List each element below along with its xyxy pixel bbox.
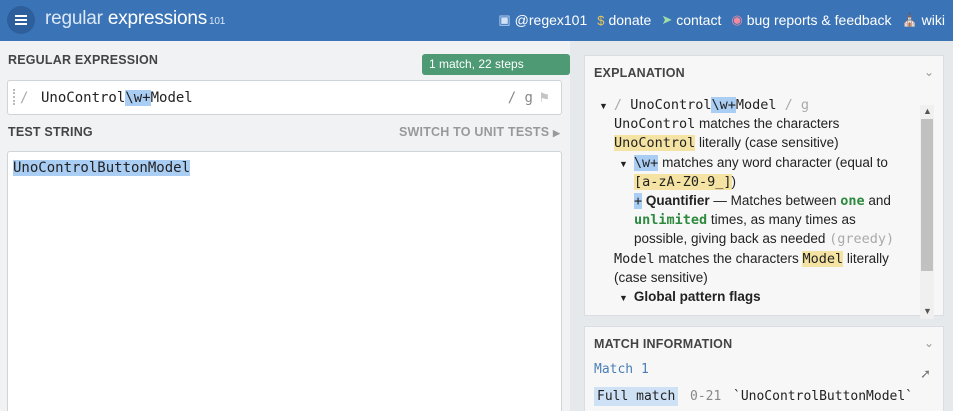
regex-flags-button[interactable]: / g bbox=[508, 90, 533, 106]
explanation-line: possible, giving back as needed (greedy) bbox=[634, 231, 895, 247]
drag-handle-icon[interactable] bbox=[13, 89, 16, 105]
regex-editor[interactable]: / UnoControl\w+Model / g ⚑ bbox=[7, 80, 562, 115]
match-information-panel: MATCH INFORMATION ⌄ Match 1 ➚ Full match… bbox=[584, 326, 944, 411]
match-label: Match 1 bbox=[594, 362, 649, 377]
share-icon[interactable]: ➚ bbox=[920, 366, 931, 382]
brand-logo[interactable]: regular expressions 101 bbox=[45, 8, 225, 30]
dollar-icon: $ bbox=[597, 12, 605, 28]
menu-button[interactable] bbox=[7, 6, 35, 34]
sidebar-column: EXPLANATION ⌄ ▼ / UnoControl\w+Model / g … bbox=[575, 41, 953, 411]
scroll-up-icon[interactable]: ▲ bbox=[923, 106, 932, 116]
caret-down-icon[interactable]: ▼ bbox=[619, 159, 628, 169]
nav-wiki[interactable]: ⛪ wiki bbox=[901, 12, 945, 28]
editor-column: REGULAR EXPRESSION 1 match, 22 steps (~1… bbox=[0, 41, 570, 411]
match-value: `UnoControlButtonModel` bbox=[733, 389, 914, 404]
caret-down-icon[interactable]: ▼ bbox=[619, 293, 628, 303]
test-section-title: TEST STRING bbox=[8, 125, 93, 139]
explanation-line: UnoControl matches the characters bbox=[614, 116, 840, 132]
match-information-title: MATCH INFORMATION bbox=[594, 337, 733, 351]
paper-plane-icon: ➤ bbox=[661, 12, 673, 27]
explanation-line: (case sensitive) bbox=[614, 270, 708, 285]
switch-to-unit-tests-button[interactable]: SWITCH TO UNIT TESTS ▶ bbox=[399, 125, 560, 139]
full-match-label: Full match bbox=[594, 387, 679, 406]
scroll-down-icon[interactable]: ▼ bbox=[923, 306, 932, 316]
explanation-line: ▼ Global pattern flags bbox=[619, 289, 761, 304]
nav-contact[interactable]: ➤ contact bbox=[661, 12, 721, 28]
explanation-line: unlimited times, as many times as bbox=[634, 212, 856, 228]
explanation-root: ▼ / UnoControl\w+Model / g bbox=[599, 97, 810, 113]
scrollbar-thumb[interactable] bbox=[921, 119, 933, 271]
explanation-title: EXPLANATION bbox=[594, 66, 685, 80]
caret-down-icon[interactable]: ▼ bbox=[599, 101, 608, 111]
explanation-line: + Quantifier — Matches between one and bbox=[634, 193, 891, 209]
explanation-panel: EXPLANATION ⌄ ▼ / UnoControl\w+Model / g … bbox=[584, 55, 944, 319]
explanation-line: UnoControl literally (case sensitive) bbox=[614, 135, 839, 151]
test-string-text: UnoControlButtonModel bbox=[13, 160, 191, 176]
top-nav: ▣ @regex101 $ donate ➤ contact ◉ bug rep… bbox=[498, 12, 945, 28]
flag-icon[interactable]: ⚑ bbox=[538, 90, 550, 106]
hamburger-icon bbox=[15, 15, 27, 17]
test-string-editor[interactable]: UnoControlButtonModel bbox=[7, 151, 562, 411]
caret-right-icon: ▶ bbox=[552, 128, 561, 138]
regex-token-highlight: \w+ bbox=[125, 90, 151, 106]
match-range: 0-21 bbox=[690, 389, 722, 404]
explanation-line: [a-zA-Z0-9_]) bbox=[634, 174, 737, 190]
nav-bug-reports[interactable]: ◉ bug reports & feedback bbox=[731, 12, 891, 28]
explanation-line: ▼ \w+ matches any word character (equal t… bbox=[619, 155, 888, 171]
top-bar: regular expressions 101 ▣ @regex101 $ don… bbox=[0, 0, 953, 41]
nav-donate[interactable]: $ donate bbox=[597, 12, 651, 28]
explanation-line: Model matches the characters Model liter… bbox=[614, 251, 889, 267]
bank-icon: ⛪ bbox=[901, 12, 918, 27]
collapse-match-info-icon[interactable]: ⌄ bbox=[924, 336, 934, 350]
regex-open-delimiter: / bbox=[20, 90, 29, 106]
explanation-scrollbar[interactable]: ▲ ▼ bbox=[920, 105, 934, 319]
regex-input[interactable]: UnoControl\w+Model bbox=[41, 90, 193, 106]
nav-twitter[interactable]: ▣ @regex101 bbox=[498, 12, 587, 28]
collapse-explanation-icon[interactable]: ⌄ bbox=[924, 65, 934, 79]
match-status-badge: 1 match, 22 steps (~1ms) bbox=[422, 54, 570, 92]
twitter-icon: ▣ bbox=[498, 12, 511, 27]
explanation-tree: ▼ / UnoControl\w+Model / g UnoControl mat… bbox=[594, 95, 929, 307]
regex-section-title: REGULAR EXPRESSION bbox=[8, 53, 159, 67]
bug-icon: ◉ bbox=[731, 12, 743, 27]
